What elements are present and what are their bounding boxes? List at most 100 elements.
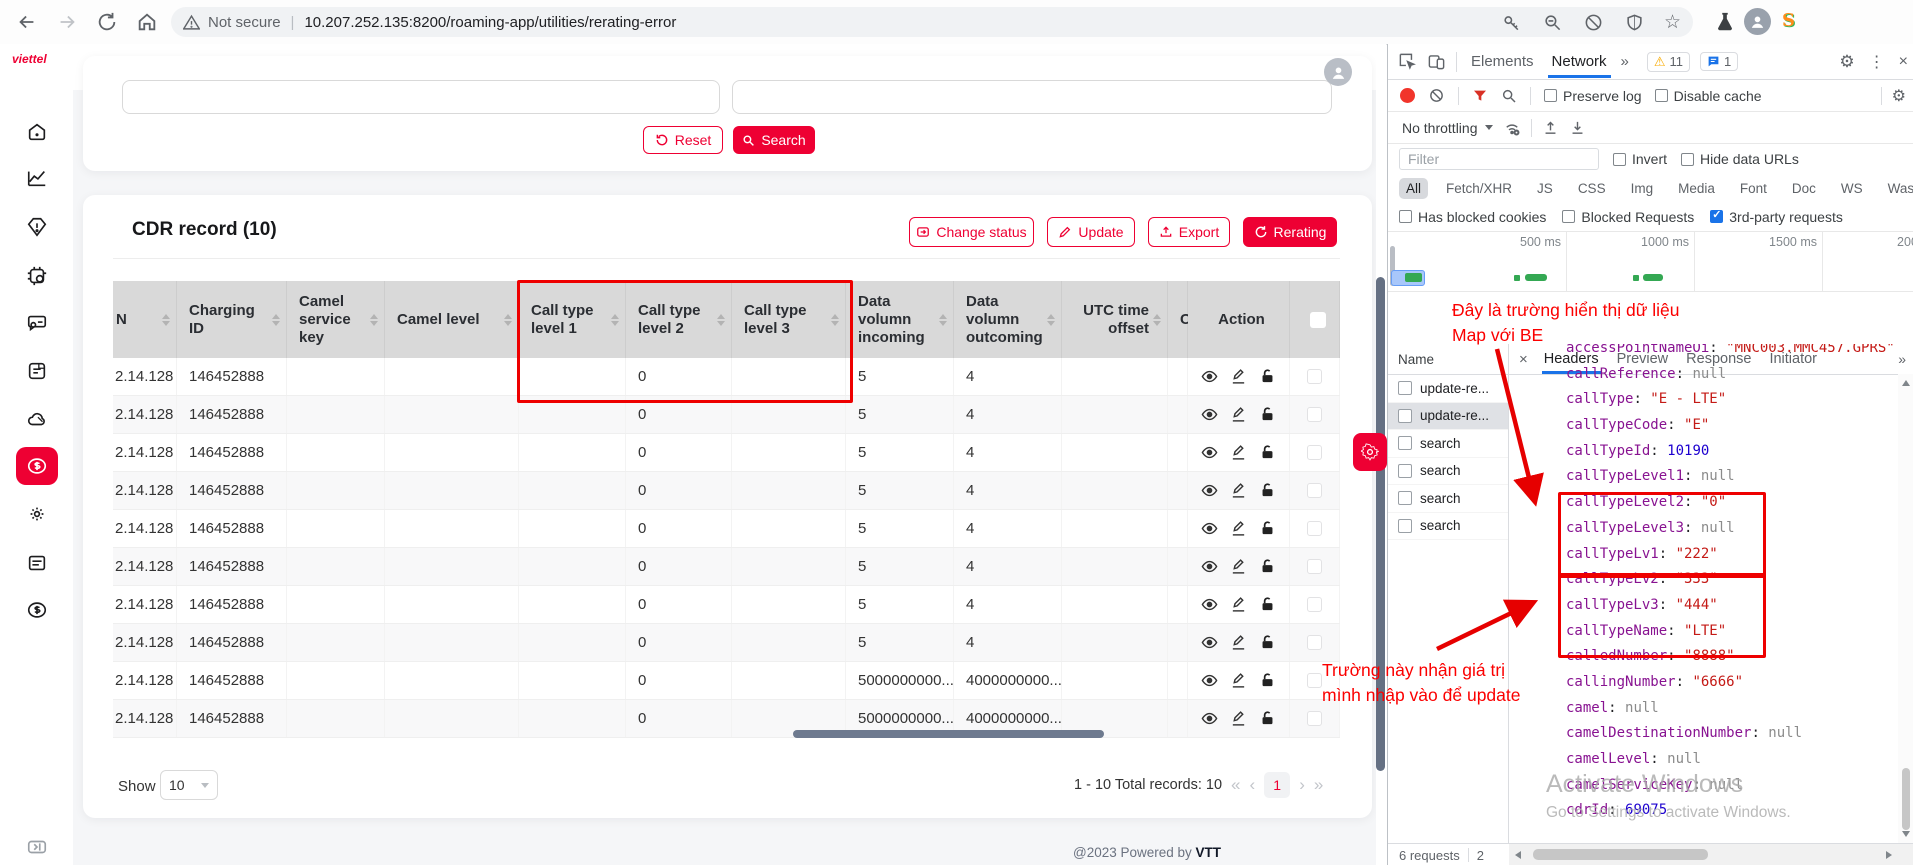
row-checkbox[interactable] (1307, 483, 1322, 498)
chip-js[interactable]: JS (1530, 178, 1560, 199)
edit-icon[interactable] (1230, 520, 1247, 537)
sidebar-item-chat-dollar[interactable] (26, 312, 48, 334)
sort-icon[interactable] (504, 314, 512, 326)
key-icon[interactable] (1502, 13, 1521, 32)
network-settings-icon[interactable]: ⚙ (1892, 86, 1906, 106)
view-icon[interactable] (1201, 710, 1218, 727)
json-hscroll-thumb[interactable] (1533, 849, 1708, 860)
sort-icon[interactable] (611, 314, 619, 326)
edit-icon[interactable] (1230, 482, 1247, 499)
column-header[interactable]: Call type level 2 (626, 281, 732, 358)
export-har-icon[interactable] (1569, 119, 1586, 136)
detail-more-chevron[interactable]: » (1898, 351, 1906, 367)
sidebar-item-list[interactable] (26, 552, 48, 574)
view-icon[interactable] (1201, 672, 1218, 689)
view-icon[interactable] (1201, 368, 1218, 385)
request-row[interactable]: search (1388, 485, 1508, 513)
reset-button[interactable]: Reset (643, 126, 723, 154)
sidebar-item-chip[interactable] (26, 265, 48, 287)
avatar[interactable] (1324, 58, 1352, 86)
column-header[interactable]: Call type level 3 (732, 281, 846, 358)
edit-icon[interactable] (1230, 444, 1247, 461)
edit-icon[interactable] (1230, 672, 1247, 689)
forward-icon[interactable] (56, 11, 78, 33)
column-header[interactable]: UTC time offset (1062, 281, 1168, 358)
request-checkbox[interactable] (1398, 464, 1412, 478)
lock-icon[interactable] (1259, 596, 1276, 613)
messages-badge[interactable]: 1 (1700, 52, 1738, 71)
row-checkbox[interactable] (1307, 711, 1322, 726)
url-bar[interactable]: Not secure | 10.207.252.135:8200/roaming… (171, 7, 1693, 37)
devtools-close-icon[interactable]: × (1899, 53, 1908, 71)
device-toolbar-icon[interactable] (1427, 52, 1446, 71)
network-filter-input[interactable]: Filter (1399, 148, 1599, 170)
row-checkbox[interactable] (1307, 635, 1322, 650)
search-button[interactable]: Search (733, 126, 815, 154)
request-row[interactable]: search (1388, 513, 1508, 541)
request-row[interactable]: search (1388, 458, 1508, 486)
request-row[interactable]: update-re... (1388, 403, 1508, 431)
tab-network[interactable]: Network (1548, 53, 1611, 70)
last-page-button[interactable]: » (1314, 775, 1323, 795)
select-all-checkbox[interactable] (1310, 312, 1326, 328)
sidebar-item-alert[interactable] (26, 216, 48, 238)
json-vscroll-thumb[interactable] (1902, 768, 1910, 830)
extension-badge[interactable]: S (1782, 10, 1795, 31)
devtools-settings-icon[interactable]: ⚙ (1839, 52, 1854, 72)
view-icon[interactable] (1201, 634, 1218, 651)
lock-icon[interactable] (1259, 520, 1276, 537)
record-icon[interactable] (1400, 88, 1415, 103)
request-checkbox[interactable] (1398, 381, 1412, 395)
reload-icon[interactable] (96, 11, 118, 33)
request-row[interactable]: update-re... (1388, 375, 1508, 403)
filter-checkbox[interactable]: 3rd-party requests (1710, 209, 1843, 225)
back-icon[interactable] (16, 11, 38, 33)
filter-checkbox[interactable]: Blocked Requests (1562, 209, 1694, 225)
lock-icon[interactable] (1259, 368, 1276, 385)
lock-icon[interactable] (1259, 444, 1276, 461)
lock-icon[interactable] (1259, 482, 1276, 499)
home-icon[interactable] (136, 11, 158, 33)
throttling-select[interactable]: No throttling (1402, 120, 1493, 136)
rerating-button[interactable]: Rerating (1243, 217, 1337, 247)
column-header[interactable]: N (113, 281, 177, 358)
settings-fab[interactable] (1353, 433, 1387, 471)
edit-icon[interactable] (1230, 368, 1247, 385)
inspect-icon[interactable] (1398, 52, 1417, 71)
tab-elements[interactable]: Elements (1467, 53, 1538, 70)
edit-icon[interactable] (1230, 596, 1247, 613)
scroll-right-icon[interactable] (1886, 851, 1892, 859)
sort-icon[interactable] (1153, 314, 1161, 326)
update-button[interactable]: Update (1047, 217, 1135, 247)
filter-funnel-icon[interactable] (1472, 88, 1488, 104)
sidebar-collapse-icon[interactable] (26, 836, 48, 858)
prev-page-button[interactable]: ‹ (1250, 775, 1256, 795)
scroll-left-icon[interactable] (1515, 851, 1521, 859)
chip-media[interactable]: Media (1671, 178, 1722, 199)
request-checkbox[interactable] (1398, 409, 1412, 423)
export-button[interactable]: Export (1148, 217, 1230, 247)
chip-wasm[interactable]: Wasm (1881, 178, 1913, 199)
flask-icon[interactable] (1714, 11, 1736, 33)
sort-icon[interactable] (1047, 314, 1055, 326)
lock-icon[interactable] (1259, 634, 1276, 651)
sidebar-item-dollar-circle[interactable] (26, 599, 48, 621)
column-header[interactable]: Data volumn incoming (846, 281, 954, 358)
filter-input-1[interactable] (122, 80, 720, 114)
current-page[interactable]: 1 (1264, 772, 1290, 798)
edit-icon[interactable] (1230, 634, 1247, 651)
page-size-select[interactable]: 10 (160, 770, 218, 800)
first-page-button[interactable]: « (1231, 775, 1240, 795)
devtools-more-icon[interactable]: ⋮ (1869, 52, 1885, 72)
sidebar-item-home[interactable] (26, 121, 48, 143)
hide-data-urls-checkbox[interactable]: Hide data URLs (1681, 151, 1799, 167)
view-icon[interactable] (1201, 596, 1218, 613)
sort-icon[interactable] (939, 314, 947, 326)
edit-icon[interactable] (1230, 710, 1247, 727)
shield-icon[interactable] (1625, 13, 1644, 32)
block-icon[interactable] (1584, 13, 1603, 32)
column-header[interactable]: Charging ID (177, 281, 287, 358)
request-row[interactable]: search (1388, 430, 1508, 458)
lock-icon[interactable] (1259, 558, 1276, 575)
network-search-icon[interactable] (1501, 88, 1517, 104)
